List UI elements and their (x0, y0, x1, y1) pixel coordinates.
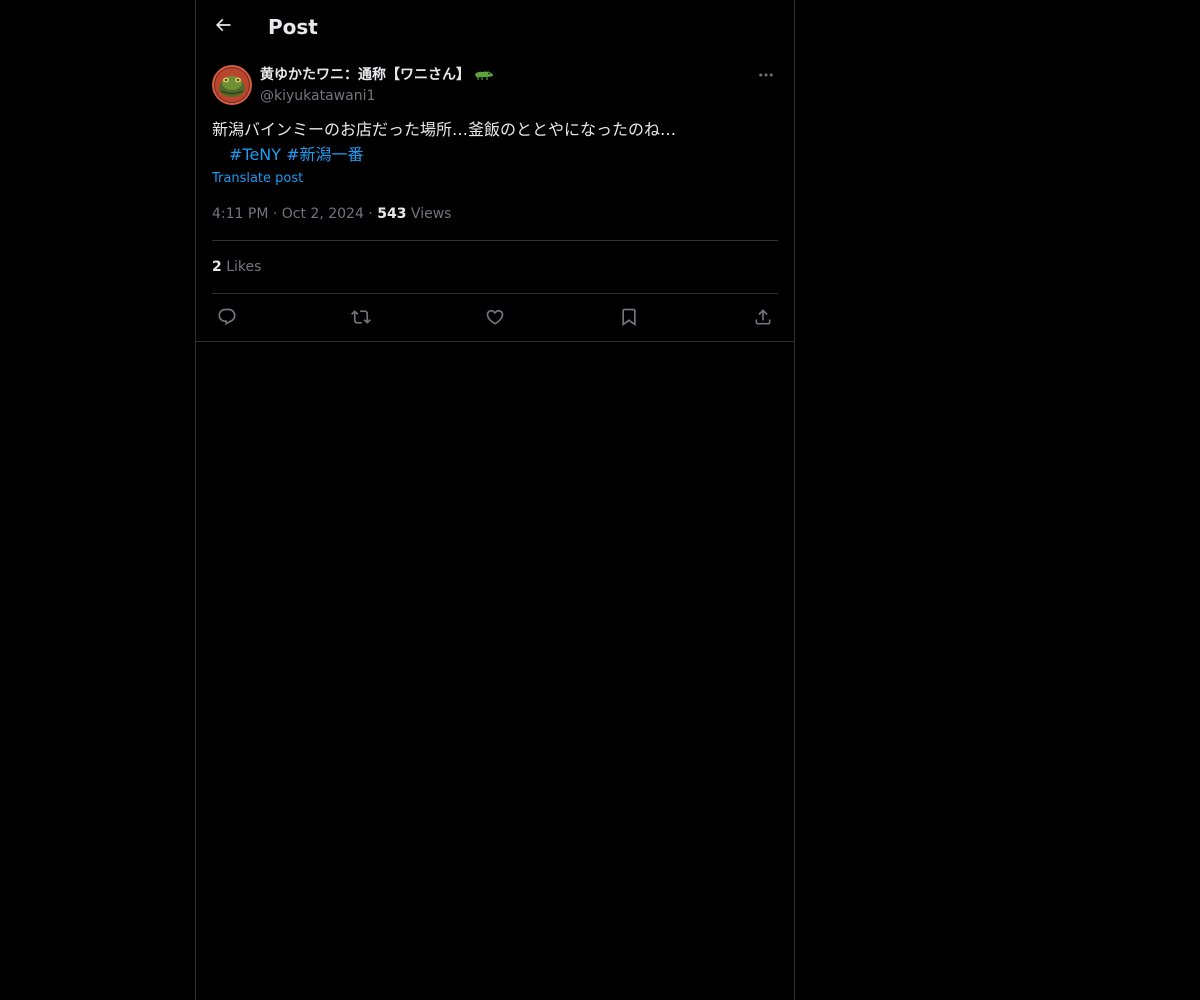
top-bar: Post (196, 0, 794, 53)
author-display-name[interactable]: 黄ゆかたワニ：通称【ワニさん】 (260, 65, 494, 85)
views-label: Views (410, 206, 452, 222)
hashtag-link[interactable]: #TeNY (229, 145, 281, 164)
post-text: 新潟バインミーのお店だった場所…釜飯のととやになったのね… (212, 120, 677, 139)
bookmark-icon (619, 307, 639, 327)
likes-label: Likes (226, 259, 262, 275)
author-handle[interactable]: @kiyukatawani1 (260, 86, 375, 106)
reply-button[interactable] (212, 304, 242, 330)
bookmark-button[interactable] (614, 304, 644, 330)
post-date[interactable]: Oct 2, 2024 (282, 206, 364, 222)
reply-icon (217, 307, 237, 327)
like-button[interactable] (480, 304, 510, 330)
action-bar (212, 304, 778, 330)
divider (212, 240, 778, 241)
share-icon (753, 307, 773, 327)
repost-icon (351, 307, 371, 327)
heart-icon (485, 307, 505, 327)
hashtag-row: #TeNY #新潟一番 (229, 143, 364, 167)
arrow-left-icon (213, 15, 233, 35)
post-meta: 4:11 PM · Oct 2, 2024 · 543 Views (212, 204, 451, 224)
main-column: Post 黄ゆかたワニ：通称【ワニさん】 @kiyukatawani1 新潟バイ… (195, 0, 795, 1000)
post-bottom-divider (196, 341, 794, 342)
share-button[interactable] (748, 304, 778, 330)
more-dots-icon (757, 66, 775, 84)
meta-separator: · (368, 206, 373, 222)
avatar[interactable] (212, 65, 252, 105)
crocodile-icon (474, 68, 494, 82)
likes-count: 2 (212, 259, 222, 275)
repost-button[interactable] (346, 304, 376, 330)
divider (212, 293, 778, 294)
meta-separator: · (272, 206, 278, 222)
post-time[interactable]: 4:11 PM (212, 206, 268, 222)
hashtag-link[interactable]: #新潟一番 (286, 145, 363, 164)
more-options-button[interactable] (754, 64, 778, 86)
author-name-text: 黄ゆかたワニ：通称【ワニさん】 (260, 67, 470, 83)
back-button[interactable] (206, 8, 240, 42)
translate-post-link[interactable]: Translate post (212, 170, 303, 188)
likes-summary[interactable]: 2 Likes (212, 257, 261, 277)
views-count: 543 (377, 206, 407, 222)
page-title: Post (268, 15, 318, 39)
